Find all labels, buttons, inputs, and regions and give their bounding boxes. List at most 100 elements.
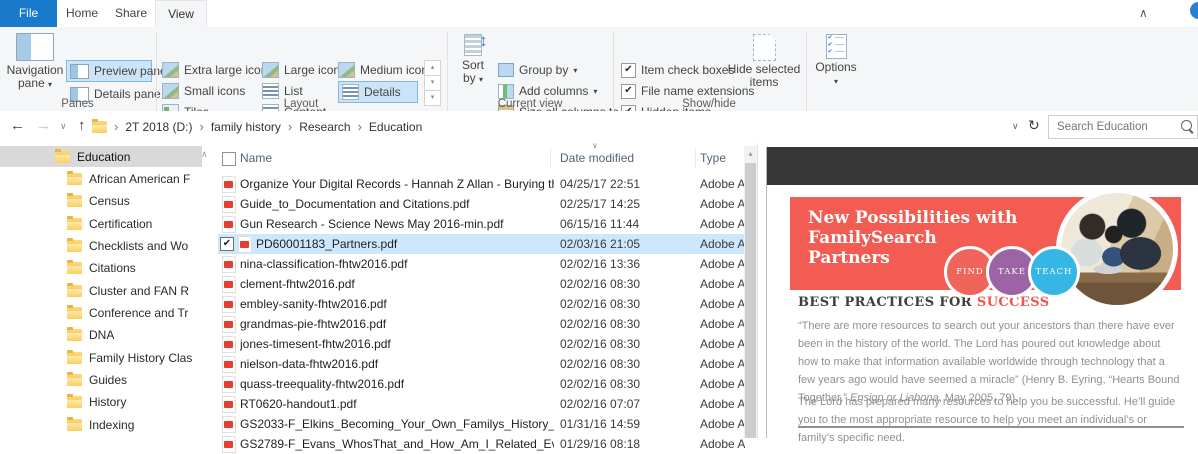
file-row-selected[interactable]: ✔PD60001183_Partners.pdf02/03/16 21:05Ad… <box>218 234 744 254</box>
pdf-body-paragraph: The Lord has prepared many resources to … <box>798 393 1180 447</box>
folder-icon <box>67 262 82 274</box>
sidebar-item[interactable]: Checklists and Wo <box>0 235 200 257</box>
pdf-file-icon <box>222 416 236 433</box>
file-row[interactable]: GS2033-F_Elkins_Becoming_Your_Own_Family… <box>218 414 744 434</box>
sidebar-item[interactable]: Conference and Tr <box>0 302 200 324</box>
column-divider[interactable] <box>550 148 551 168</box>
sidebar-item[interactable]: History <box>0 391 200 413</box>
sidebar-item[interactable]: Guides <box>0 369 200 391</box>
extra-large-icons-icon <box>162 62 179 78</box>
preview-pane: New Possibilities with FamilySearch Part… <box>757 143 1198 438</box>
tab-share[interactable]: Share <box>107 0 155 27</box>
refresh-icon[interactable]: ↻ <box>1028 117 1040 134</box>
pdf-file-icon <box>222 316 236 333</box>
row-checkbox-checked[interactable]: ✔ <box>220 237 234 251</box>
tab-home[interactable]: Home <box>57 0 107 27</box>
folder-icon <box>67 396 82 408</box>
layout-group-label: Layout <box>156 98 446 110</box>
tab-file[interactable]: File <box>0 0 57 27</box>
breadcrumb-family-history[interactable]: family history <box>211 120 281 134</box>
layout-large-icons[interactable]: Large icons <box>262 60 346 80</box>
folder-icon <box>67 419 82 431</box>
sidebar-scroll-up-icon[interactable]: ∧ <box>201 149 208 160</box>
column-header-date-modified[interactable]: Date modified <box>560 151 634 165</box>
dropdown-icon: ▾ <box>48 80 52 89</box>
preview-pane-button[interactable]: Preview pane <box>66 60 152 82</box>
sidebar-item[interactable]: Certification <box>0 213 200 235</box>
up-icon[interactable]: ↑ <box>78 117 86 134</box>
layout-medium-icons[interactable]: Medium icons <box>338 60 434 80</box>
group-by-button[interactable]: Group by▾ <box>498 60 577 80</box>
tab-view[interactable]: View <box>155 0 207 27</box>
search-icon[interactable] <box>1181 120 1192 131</box>
crumb-separator-icon: › <box>200 119 204 134</box>
navigation-pane-icon <box>16 33 54 61</box>
scrollbar-thumb[interactable] <box>745 163 756 438</box>
file-list: Name ∨ Date modified Type Organize Your … <box>218 143 757 438</box>
options-button[interactable]: Options ▾ <box>812 33 860 88</box>
column-header-name[interactable]: Name <box>240 151 272 165</box>
column-divider[interactable] <box>695 148 696 168</box>
pdf-file-icon <box>222 276 236 293</box>
collapse-ribbon-icon[interactable]: ∧ <box>1139 6 1148 20</box>
pdf-file-icon <box>222 176 236 193</box>
file-row[interactable]: embley-sanity-fhtw2016.pdf02/02/16 08:30… <box>218 294 744 314</box>
forward-icon[interactable]: → <box>36 117 51 134</box>
hide-selected-items-icon <box>753 34 776 61</box>
crumb-separator-icon: › <box>288 119 292 134</box>
small-icons-icon <box>162 83 179 99</box>
recent-locations-icon[interactable]: ∨ <box>60 121 67 132</box>
file-row[interactable]: clement-fhtw2016.pdf02/02/16 08:30Adobe … <box>218 274 744 294</box>
pdf-file-icon <box>222 256 236 273</box>
search-input[interactable] <box>1049 116 1197 138</box>
pdf-file-icon <box>222 376 236 393</box>
scrollbar-up-icon[interactable]: ▴ <box>744 146 757 161</box>
pdf-file-icon <box>222 396 236 413</box>
file-row[interactable]: nina-classification-fhtw2016.pdf02/02/16… <box>218 254 744 274</box>
folder-icon <box>67 374 82 386</box>
file-row[interactable]: quass-treequality-fhtw2016.pdf02/02/16 0… <box>218 374 744 394</box>
breadcrumb-research[interactable]: Research <box>299 120 350 134</box>
folder-icon <box>55 151 70 163</box>
folder-icon <box>67 195 82 207</box>
address-bar: ← → ∨ ↑ › 2T 2018 (D:) › family history … <box>0 111 1198 144</box>
hide-selected-items-button[interactable]: Hide selected items <box>726 33 802 89</box>
file-row[interactable]: grandmas-pie-fhtw2016.pdf02/02/16 08:30A… <box>218 314 744 334</box>
back-icon[interactable]: ← <box>10 117 25 134</box>
panes-group-label: Panes <box>0 98 155 110</box>
file-row[interactable]: jones-timesent-fhtw2016.pdf02/02/16 08:3… <box>218 334 744 354</box>
sidebar-item[interactable]: Census <box>0 190 200 212</box>
column-header-type[interactable]: Type <box>700 151 726 165</box>
sidebar-item-education[interactable]: Education <box>0 146 202 167</box>
file-list-scrollbar[interactable]: ▴ <box>744 146 757 438</box>
item-check-boxes-checkbox[interactable]: ✔ Item check boxes <box>621 60 734 80</box>
sort-updown-icon: ↕ <box>479 34 488 47</box>
address-dropdown-icon[interactable]: ∨ <box>1012 121 1019 132</box>
sidebar-item[interactable]: Cluster and FAN R <box>0 280 200 302</box>
gallery-scroll-down-icon[interactable]: ▾ <box>424 75 441 91</box>
breadcrumb-drive[interactable]: 2T 2018 (D:) <box>125 120 192 134</box>
file-row[interactable]: nielson-data-fhtw2016.pdf02/02/16 08:30A… <box>218 354 744 374</box>
ribbon-tab-bar: File Home Share View <box>0 0 1198 28</box>
layout-extra-large-icons[interactable]: Extra large icons <box>162 60 273 80</box>
select-all-checkbox[interactable] <box>222 152 236 166</box>
file-row[interactable]: RT0620-handout1.pdf02/02/16 07:07Adobe A… <box>218 394 744 414</box>
sidebar-item[interactable]: DNA <box>0 324 200 346</box>
breadcrumb-education[interactable]: Education <box>369 120 422 134</box>
checkbox-checked-icon: ✔ <box>621 63 636 78</box>
sidebar-item[interactable]: Indexing <box>0 414 200 436</box>
sidebar-item[interactable]: Citations <box>0 257 200 279</box>
file-row[interactable]: GS2789-F_Evans_WhosThat_and_How_Am_I_Rel… <box>218 434 744 454</box>
file-row[interactable]: Gun Research - Science News May 2016-min… <box>218 214 744 234</box>
navigation-pane-button[interactable]: Navigation pane ▾ <box>6 33 64 91</box>
gallery-scroll-up-icon[interactable]: ▴ <box>424 60 441 76</box>
medium-icons-icon <box>338 62 355 78</box>
file-row[interactable]: Guide_to_Documentation and Citations.pdf… <box>218 194 744 214</box>
navigation-pane: Education ∧ African American F Census Ce… <box>0 143 218 438</box>
sidebar-item[interactable]: Family History Clas <box>0 347 200 369</box>
sidebar-item[interactable]: African American F <box>0 168 200 190</box>
pdf-file-icon <box>222 216 236 233</box>
sort-by-button[interactable]: ↕ Sort by ▾ <box>455 33 491 86</box>
large-icons-icon <box>262 62 279 78</box>
file-row[interactable]: Organize Your Digital Records - Hannah Z… <box>218 174 744 194</box>
